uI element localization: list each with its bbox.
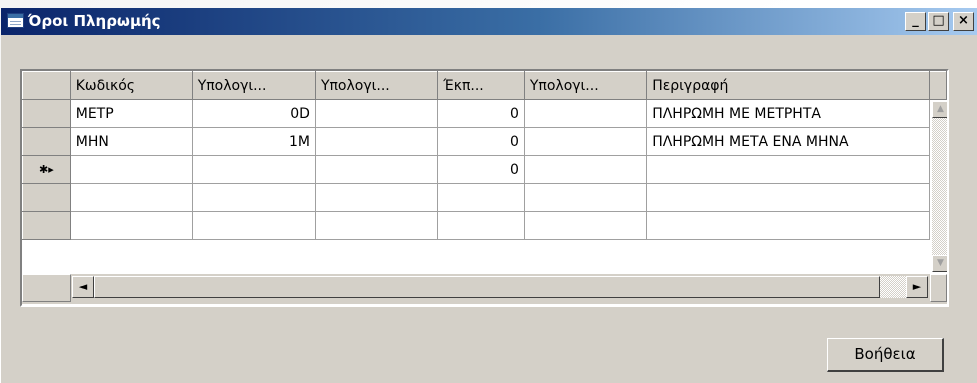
table-cell[interactable] [437, 183, 525, 212]
table-cell[interactable] [523, 211, 648, 240]
horizontal-scrollbar[interactable]: ◄ ► [72, 276, 928, 298]
table-cell[interactable] [523, 99, 648, 128]
scroll-right-icon[interactable]: ► [906, 276, 928, 298]
table-cell[interactable] [314, 99, 439, 128]
table-row[interactable] [22, 211, 947, 240]
table-cell[interactable] [69, 211, 193, 240]
column-header[interactable]: Υπολογι... [314, 71, 439, 100]
maximize-button[interactable]: □ [928, 12, 949, 31]
payment-terms-grid: Κωδικός Υπολογι... Υπολογι... Έκπ... Υπο… [20, 69, 949, 307]
table-row[interactable]: ΜΗΝ 1M 0 ΠΛΗΡΩΜΗ ΜΕΤΑ ΕΝΑ ΜΗΝΑ [22, 127, 947, 156]
table-cell[interactable] [191, 211, 316, 240]
table-cell[interactable] [314, 155, 439, 184]
corner-cell[interactable] [22, 71, 71, 100]
table-cell[interactable] [314, 211, 439, 240]
table-icon [7, 13, 24, 28]
column-header[interactable]: Υπολογι... [523, 71, 648, 100]
row-selector[interactable] [22, 99, 71, 128]
table-cell[interactable]: ΠΛΗΡΩΜΗ ΜΕΤΑ ΕΝΑ ΜΗΝΑ [646, 127, 931, 156]
scroll-left-icon[interactable]: ◄ [72, 276, 94, 298]
row-selector[interactable] [22, 211, 71, 240]
help-button[interactable]: Βοήθεια [827, 338, 944, 372]
table-cell[interactable]: 0 [437, 99, 525, 128]
scroll-corner-right [930, 274, 947, 302]
table-cell[interactable]: ΠΛΗΡΩΜΗ ΜΕ ΜΕΤΡΗΤΑ [646, 99, 931, 128]
table-cell[interactable] [646, 155, 931, 184]
row-selector[interactable] [22, 183, 71, 212]
header-row: Κωδικός Υπολογι... Υπολογι... Έκπ... Υπο… [22, 71, 947, 100]
new-row-marker-icon[interactable]: ✱▸ [22, 155, 71, 184]
table-row[interactable]: ΜΕΤΡ 0D 0 ΠΛΗΡΩΜΗ ΜΕ ΜΕΤΡΗΤΑ [22, 99, 947, 128]
table-cell[interactable] [191, 183, 316, 212]
table-cell[interactable] [437, 211, 525, 240]
column-header[interactable]: Έκπ... [437, 71, 525, 100]
table-cell[interactable] [646, 183, 931, 212]
table-cell[interactable]: ΜΗΝ [69, 127, 193, 156]
column-header[interactable]: Κωδικός [69, 71, 193, 100]
column-header[interactable]: Υπολογι... [191, 71, 316, 100]
vertical-scrollbar[interactable]: ▲ ▼ [932, 101, 947, 272]
table-cell[interactable] [314, 183, 439, 212]
table-cell[interactable] [523, 183, 648, 212]
table-row[interactable] [22, 183, 947, 212]
header-end-cell [929, 71, 947, 100]
window-title: Όροι Πληρωμής [28, 12, 161, 30]
scroll-up-icon[interactable]: ▲ [932, 101, 947, 118]
table-cell[interactable]: 1M [191, 127, 316, 156]
minimize-button[interactable]: _ [905, 12, 926, 31]
scroll-down-icon[interactable]: ▼ [932, 255, 947, 272]
table-cell[interactable] [69, 183, 193, 212]
table-cell[interactable]: 0D [191, 99, 316, 128]
row-selector[interactable] [22, 127, 71, 156]
grid-table: Κωδικός Υπολογι... Υπολογι... Έκπ... Υπο… [22, 71, 947, 240]
column-header[interactable]: Περιγραφή [646, 71, 931, 100]
close-button[interactable]: × [953, 12, 974, 31]
table-cell[interactable] [191, 155, 316, 184]
scroll-corner-left [22, 274, 71, 302]
horizontal-scroll-thumb[interactable] [94, 276, 880, 298]
table-row-new[interactable]: ✱▸ 0 [22, 155, 947, 184]
table-cell[interactable]: ΜΕΤΡ [69, 99, 193, 128]
horizontal-scroll-row: ◄ ► [22, 274, 947, 304]
title-bar[interactable]: Όροι Πληρωμής _ □ × [1, 8, 977, 35]
table-cell[interactable]: 0 [437, 127, 525, 156]
table-cell[interactable] [646, 211, 931, 240]
table-cell[interactable] [523, 155, 648, 184]
table-cell[interactable] [523, 127, 648, 156]
table-cell[interactable] [314, 127, 439, 156]
table-cell[interactable]: 0 [437, 155, 525, 184]
table-cell[interactable] [69, 155, 193, 184]
payment-terms-window: Όροι Πληρωμής _ □ × Κωδικός Υπολογι... Υ… [1, 8, 977, 383]
